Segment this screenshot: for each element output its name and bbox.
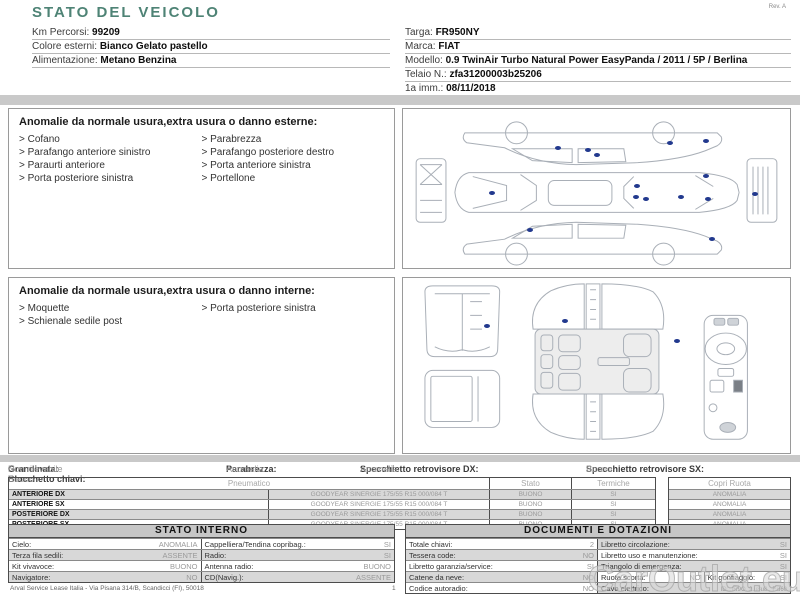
tire-row: ANTERIORE SX GOODYEAR SINERGIE 175/55 R1… xyxy=(9,499,655,509)
damage-dot xyxy=(674,339,680,343)
rear-view xyxy=(746,158,778,223)
wheel-cover-row: ANOMALIA xyxy=(669,509,790,519)
damage-dot xyxy=(667,141,673,145)
col-header-pneumatico: Pneumatico xyxy=(227,479,271,488)
anomaly-item: Paraurti anteriore xyxy=(19,159,202,172)
tire-table-header: Pneumatico Stato Termiche xyxy=(9,478,655,489)
anomaly-item: Parafango anteriore sinistro xyxy=(19,146,202,159)
external-anomalies-title: Anomalie da normale usura,extra usura o … xyxy=(19,116,318,128)
damage-dot xyxy=(527,228,533,232)
field-alimentazione: Alimentazione: Metano Benzina xyxy=(32,54,390,68)
anomaly-item: Portellone xyxy=(202,172,385,185)
internal-anomalies-list-left: Moquette Schienale sedile post xyxy=(19,302,202,328)
damage-dot xyxy=(643,197,649,201)
internal-anomalies-list-right: Porta posteriore sinistra xyxy=(202,302,385,328)
documents-row: Tessera code: NO Libretto uso e manutenzi… xyxy=(406,549,790,560)
front-view xyxy=(415,158,447,223)
footer-address: Arval Service Lease Italia - Via Pisana … xyxy=(10,585,204,592)
anomaly-item: Porta posteriore sinistra xyxy=(202,302,385,315)
divider-bar-top xyxy=(0,95,800,105)
page-title: STATO DEL VEICOLO xyxy=(32,4,220,21)
anomaly-item: Schienale sedile post xyxy=(19,315,202,328)
field-targa: Targa: FR950NY xyxy=(405,26,791,40)
anomaly-item: Parafango posteriore destro xyxy=(202,146,385,159)
field-km: Km Percorsi: 99209 xyxy=(32,26,390,40)
top-view xyxy=(454,172,740,213)
vehicle-info-left: Km Percorsi: 99209 Colore esterni: Bianc… xyxy=(32,26,390,68)
anomaly-item: Parabrezza xyxy=(202,133,385,146)
wheel-cover-row: ANOMALIA xyxy=(669,489,790,499)
field-marca: Marca: FIAT xyxy=(405,40,791,54)
trunk-view xyxy=(424,369,501,428)
damage-dot xyxy=(678,195,684,199)
field-colore: Colore esterni: Bianco Gelato pastello xyxy=(32,40,390,54)
damage-dot xyxy=(585,148,591,152)
damage-dot xyxy=(703,139,709,143)
interior-damage-diagram xyxy=(402,277,791,454)
dashboard-view xyxy=(703,314,748,440)
tire-row: POSTERIORE DX GOODYEAR SINERGIE 175/55 R… xyxy=(9,509,655,519)
external-anomalies-list-right: Parabrezza Parafango posteriore destro P… xyxy=(202,133,385,185)
damage-dot xyxy=(562,319,568,323)
tire-table: Pneumatico Stato Termiche ANTERIORE DX G… xyxy=(8,477,656,530)
col-header-copri-ruota: Copri Ruota xyxy=(708,479,751,488)
revision-label: Rev. A xyxy=(768,4,786,10)
damage-dot xyxy=(705,197,711,201)
documents-row: Catene da neve: NO Ruota scorta: NO Kit go… xyxy=(406,571,790,582)
vehicle-info-right: Targa: FR950NY Marca: FIAT Modello: 0.9 … xyxy=(405,26,791,96)
divider-bar-middle xyxy=(0,455,800,462)
anomaly-item: Porta posteriore sinistra xyxy=(19,172,202,185)
wheel-cover-table: Copri Ruota ANOMALIA ANOMALIA ANOMALIA A… xyxy=(668,477,791,530)
damage-dot xyxy=(709,237,715,241)
col-header-termiche: Termiche xyxy=(571,478,655,489)
rear-seatback-view xyxy=(424,285,501,358)
external-anomalies-list-left: Cofano Parafango anteriore sinistro Para… xyxy=(19,133,202,185)
wheel-cover-row: ANOMALIA xyxy=(669,499,790,509)
side-view-right xyxy=(462,121,723,166)
interior-state-row: Navigatore: NO CD(Navig.): ASSENTE xyxy=(9,571,394,582)
field-prima-imm: 1a imm.: 08/11/2018 xyxy=(405,82,791,96)
internal-anomalies-title: Anomalie da normale usura,extra usura o … xyxy=(19,285,315,297)
interior-state-row: Terza fila sedili: ASSENTE Radio: SI xyxy=(9,549,394,560)
field-telaio: Telaio N.: zfa31200003b25206 xyxy=(405,68,791,82)
documents-row: Totale chiavi: 2 Libretto circolazione: SI xyxy=(406,538,790,549)
documents-equipment-table: DOCUMENTI E DOTAZIONI Totale chiavi: 2 Li… xyxy=(405,524,791,594)
page-number: 1 xyxy=(392,585,396,592)
damage-dot xyxy=(633,195,639,199)
documents-equipment-title: DOCUMENTI E DOTAZIONI xyxy=(406,525,790,538)
exterior-damage-diagram xyxy=(402,108,791,269)
documents-row: Libretto garanzia/service: SI Triangolo d… xyxy=(406,560,790,571)
tire-row: ANTERIORE DX GOODYEAR SINERGIE 175/55 R1… xyxy=(9,489,655,499)
damage-dot xyxy=(634,184,640,188)
car-exterior-drawing xyxy=(415,121,778,266)
anomaly-item: Moquette xyxy=(19,302,202,315)
cabin-unfolded-view xyxy=(532,283,665,440)
interior-state-table: STATO INTERNO Cielo: ANOMALIA Cappelliera… xyxy=(8,524,395,583)
damage-dot xyxy=(555,146,561,150)
interior-state-title: STATO INTERNO xyxy=(9,525,394,538)
anomaly-item: Cofano xyxy=(19,133,202,146)
col-header-stato: Stato xyxy=(489,478,571,489)
interior-state-row: Kit vivavoce: BUONO Antenna radio: BUONO xyxy=(9,560,394,571)
damage-dot xyxy=(703,174,709,178)
side-view-left xyxy=(462,221,723,266)
anomaly-item: Porta anteriore sinistra xyxy=(202,159,385,172)
car-interior-drawing xyxy=(424,283,748,440)
footer-id-text: ID:..fR9O. 2.u8u8 , F.u60.7 xyxy=(720,587,792,593)
field-modello: Modello: 0.9 TwinAir Turbo Natural Power… xyxy=(405,54,791,68)
damage-dot xyxy=(484,324,490,328)
external-anomalies-panel: Anomalie da normale usura,extra usura o … xyxy=(8,108,395,269)
internal-anomalies-panel: Anomalie da normale usura,extra usura o … xyxy=(8,277,395,454)
vehicle-status-report: STATO DEL VEICOLO Rev. A Km Percorsi: 99… xyxy=(0,0,800,600)
interior-state-row: Cielo: ANOMALIA Cappelliera/Tendina copri… xyxy=(9,538,394,549)
damage-dot xyxy=(594,153,600,157)
damage-dot xyxy=(489,191,495,195)
damage-dot xyxy=(752,192,758,196)
